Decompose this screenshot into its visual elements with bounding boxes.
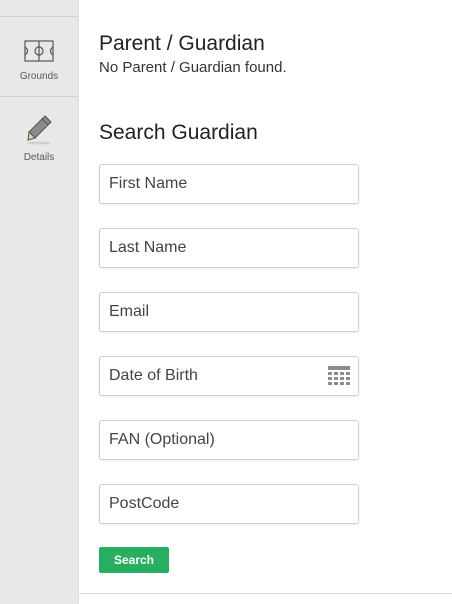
search-guardian-title: Search Guardian bbox=[99, 121, 258, 144]
calendar-icon[interactable] bbox=[328, 366, 350, 393]
fan-field-container bbox=[99, 420, 359, 460]
sidebar-item-grounds[interactable]: Grounds bbox=[0, 17, 78, 97]
pencil-icon bbox=[25, 114, 53, 146]
footer-divider bbox=[79, 593, 452, 594]
postcode-input[interactable] bbox=[100, 485, 358, 523]
sidebar-item-label: Grounds bbox=[19, 71, 59, 82]
email-input[interactable] bbox=[100, 293, 358, 331]
parent-guardian-title: Parent / Guardian bbox=[99, 32, 265, 55]
main-content: Parent / Guardian No Parent / Guardian f… bbox=[79, 0, 452, 604]
fan-input[interactable] bbox=[100, 421, 358, 459]
dob-field-container bbox=[99, 356, 359, 396]
postcode-field-container bbox=[99, 484, 359, 524]
date-of-birth-input[interactable] bbox=[100, 357, 358, 395]
sidebar: Grounds Details bbox=[0, 0, 79, 604]
last-name-field-container bbox=[99, 228, 359, 268]
sidebar-item-label: Details bbox=[23, 152, 55, 163]
search-button[interactable]: Search bbox=[99, 547, 169, 573]
email-field-container bbox=[99, 292, 359, 332]
first-name-field-container bbox=[99, 164, 359, 204]
sidebar-item-details[interactable]: Details bbox=[0, 98, 78, 178]
no-guardian-message: No Parent / Guardian found. bbox=[99, 59, 287, 76]
field-pitch-icon bbox=[24, 37, 54, 65]
first-name-input[interactable] bbox=[100, 165, 358, 203]
last-name-input[interactable] bbox=[100, 229, 358, 267]
